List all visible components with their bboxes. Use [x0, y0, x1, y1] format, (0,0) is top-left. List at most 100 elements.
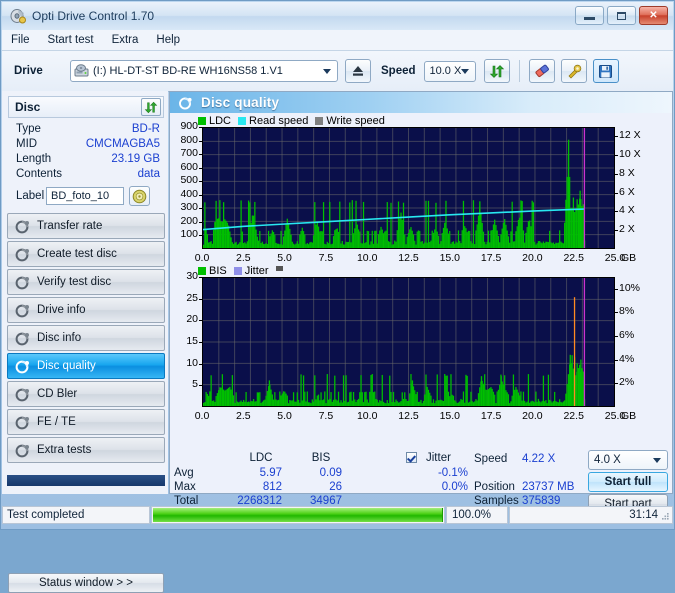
chart-x-tick: 0.0	[194, 252, 210, 264]
stats-jitter-max: 0.0%	[441, 481, 468, 493]
chart-y2-tickmark	[615, 155, 618, 157]
disc-label-button[interactable]	[129, 186, 150, 206]
disc-info-value: data	[137, 167, 160, 180]
chart-y-tickmark	[199, 320, 202, 322]
nav-footer-bar	[7, 475, 165, 486]
main-panel-header: Disc quality	[170, 92, 672, 113]
speed-select[interactable]: 10.0 X	[423, 60, 476, 82]
menu-item-file[interactable]: File	[2, 32, 39, 48]
start-full-button[interactable]: Start full	[588, 472, 668, 492]
chart-x-tick: 20.0	[522, 410, 543, 422]
disc-info-row-mid: MID CMCMAGBA5	[8, 136, 164, 151]
test-speed-select[interactable]: 4.0 X	[588, 450, 668, 470]
elapsed-time: 31:14	[509, 506, 673, 524]
sidebar-item-create-test-disc[interactable]: Create test disc	[7, 241, 165, 267]
chart-y-tickmark	[199, 194, 202, 196]
chart-y-tick: 500	[180, 174, 198, 187]
menu-item-help[interactable]: Help	[147, 32, 189, 48]
left-sidebar: Disc Type BD-R MID CMCMAGBA5 Length 23.1…	[2, 91, 168, 593]
chart-y-tick: 600	[180, 160, 198, 173]
disc-test-icon	[15, 303, 30, 318]
status-window-button[interactable]: Status window > >	[8, 573, 164, 593]
chart-top-plot[interactable]	[202, 127, 615, 249]
menu-item-start-test[interactable]: Start test	[39, 32, 103, 48]
erase-button[interactable]	[528, 59, 555, 83]
refresh-icon	[144, 101, 158, 113]
chart-x-tick: 5.0	[277, 410, 292, 422]
chart-y-tickmark	[199, 235, 202, 237]
menu-item-extra[interactable]: Extra	[103, 32, 148, 48]
chart-bottom-canvas	[203, 278, 614, 406]
status-bar: Test completed 100.0% 31:14	[2, 504, 673, 526]
close-button[interactable]: ✕	[639, 6, 668, 25]
disc-refresh-button[interactable]	[141, 98, 161, 116]
disc-panel-title: Disc	[15, 100, 41, 114]
resize-grip-icon[interactable]	[659, 511, 670, 522]
disc-icon	[132, 189, 147, 203]
stats-header-ldc: LDC	[249, 452, 273, 464]
disc-info-key: Type	[16, 122, 41, 135]
maximize-button[interactable]	[607, 6, 636, 25]
chart-x-tick: 7.5	[318, 410, 334, 422]
chart-x-tick: 2.5	[235, 410, 251, 422]
legend-label-ldc: LDC	[209, 115, 232, 127]
chart-x-tick: 15.0	[439, 252, 461, 264]
tools-button[interactable]	[560, 59, 587, 83]
tools-icon	[568, 64, 581, 78]
sidebar-item-cd-bler[interactable]: CD Bler	[7, 381, 165, 407]
disc-test-icon	[15, 359, 30, 374]
legend-label-read-speed: Read speed	[249, 115, 309, 127]
disc-info-row-contents: Contents data	[8, 166, 164, 181]
disc-info-key: Length	[16, 152, 52, 165]
chart-y-tick: 900	[180, 120, 198, 132]
drive-icon	[74, 64, 89, 78]
disc-label-row: Label BD_foto_10	[8, 186, 164, 206]
eject-button[interactable]	[345, 59, 371, 83]
disc-label-input[interactable]: BD_foto_10	[46, 187, 124, 205]
drive-select[interactable]: (I:) HL-DT-ST BD-RE WH16NS58 1.V1	[70, 60, 338, 82]
progress-bar-fill	[153, 508, 443, 522]
title-bar: Opti Drive Control 1.70 ✕	[2, 2, 673, 30]
minimize-button[interactable]	[575, 6, 604, 25]
chart-y-tick: 5	[192, 378, 198, 391]
sidebar-item-verify-test-disc[interactable]: Verify test disc	[7, 269, 165, 295]
sidebar-item-transfer-rate[interactable]: Transfer rate	[7, 213, 165, 239]
sidebar-item-disc-info[interactable]: Disc info	[7, 325, 165, 351]
chart-x-tick: 17.5	[480, 252, 502, 264]
legend-label-write-speed: Write speed	[326, 115, 385, 127]
disc-panel-header: Disc	[8, 96, 164, 118]
chart-x-tick: 7.5	[318, 252, 334, 264]
jitter-checkbox[interactable]	[406, 452, 417, 463]
disc-test-icon	[15, 247, 30, 262]
sidebar-item-drive-info[interactable]: Drive info	[7, 297, 165, 323]
chart-y-tickmark	[199, 221, 202, 223]
save-button[interactable]	[592, 59, 619, 83]
speed-label: Speed	[381, 65, 416, 77]
progress-bar	[151, 506, 445, 524]
disc-test-icon	[15, 331, 30, 346]
chart-y2-tick: 6 X	[619, 185, 635, 198]
chevron-down-icon	[653, 458, 661, 463]
refresh-button[interactable]	[483, 59, 510, 83]
disc-test-icon	[178, 96, 193, 110]
elapsed-time-value: 31:14	[629, 509, 658, 521]
sidebar-item-label: Create test disc	[37, 248, 117, 260]
stats-ldc-avg: 5.97	[259, 467, 282, 479]
sidebar-item-extra-tests[interactable]: Extra tests	[7, 437, 165, 463]
disc-info-key: Contents	[16, 167, 63, 180]
chart-y-tick: 300	[180, 201, 198, 214]
chart-y-tick: 400	[180, 187, 198, 200]
disc-info-value: CMCMAGBA5	[85, 137, 160, 150]
sidebar-item-fe-te[interactable]: FE / TE	[7, 409, 165, 435]
stats-header-bis: BIS	[311, 452, 331, 464]
sidebar-item-disc-quality[interactable]: Disc quality	[7, 353, 165, 379]
toolbar-separator	[518, 60, 520, 82]
chart-y2-tickmark	[615, 288, 618, 290]
toolbar: Drive (I:) HL-DT-ST BD-RE WH16NS58 1.V1	[2, 51, 673, 92]
stats-panel: LDC BIS Jitter Avg Max Total 5.97 812 22…	[170, 450, 672, 514]
nav-list: Transfer rate Create test disc Verify te…	[7, 213, 165, 465]
chart-bottom-plot[interactable]	[202, 277, 615, 407]
stats-bis-avg: 0.09	[319, 467, 342, 479]
chart-y-tick: 25	[186, 291, 198, 304]
disc-info-row-type: Type BD-R	[8, 121, 164, 136]
